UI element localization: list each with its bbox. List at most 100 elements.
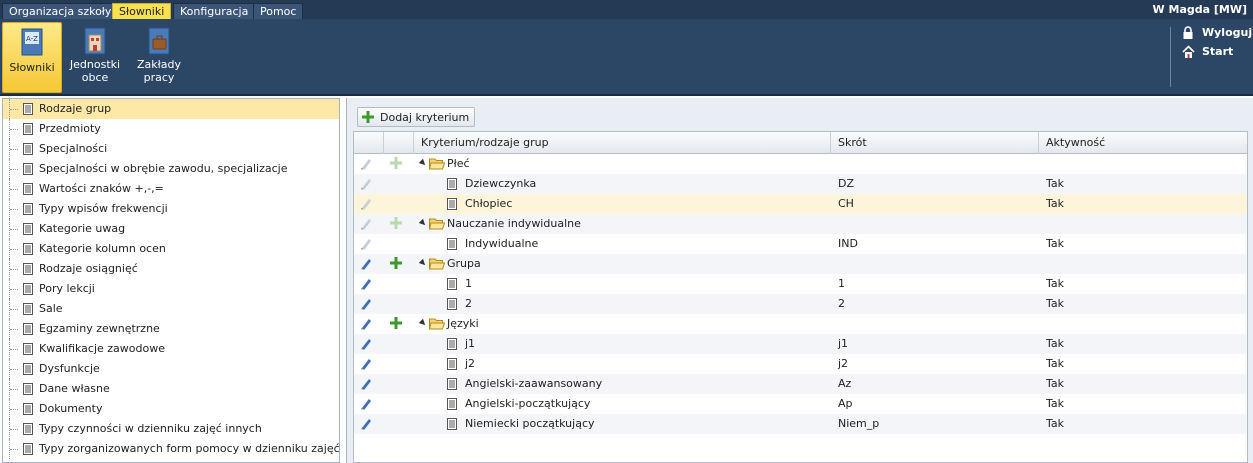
tree-item[interactable]: Typy czynności w dzienniku zajęć innych	[3, 419, 339, 439]
activity-cell: Tak	[1046, 357, 1065, 370]
svg-text:A-Z: A-Z	[26, 35, 38, 43]
document-icon	[447, 278, 457, 290]
criterion-name: Języki	[447, 317, 479, 330]
group-type-name: 1	[465, 277, 472, 290]
grid-row[interactable]: j1 j1 Tak	[354, 334, 1247, 354]
add-subitem-icon[interactable]	[390, 317, 402, 329]
tree-item[interactable]: Sale	[3, 299, 339, 319]
tree-item-label: Specjalności	[39, 142, 108, 155]
document-icon	[23, 223, 33, 235]
edit-icon[interactable]	[360, 397, 372, 410]
tree-item[interactable]: Pory lekcji	[3, 279, 339, 299]
ribbon-jednostki-obce-button[interactable]: Jednostki obce	[66, 22, 124, 93]
folder-open-icon	[429, 258, 445, 270]
grid-group-row[interactable]: Grupa	[354, 254, 1247, 274]
tree-item[interactable]: Egzaminy zewnętrzne	[3, 319, 339, 339]
tree-item[interactable]: Specjalności	[3, 139, 339, 159]
group-type-name: Angielski-zaawansowany	[465, 377, 603, 390]
tree-item-label: Pory lekcji	[39, 282, 95, 295]
edit-icon[interactable]	[360, 257, 372, 270]
grid-row[interactable]: j2 j2 Tak	[354, 354, 1247, 374]
tree-item[interactable]: Specjalności w obrębie zawodu, specjaliz…	[3, 159, 339, 179]
tree-item[interactable]: Typy zorganizowanych form pomocy w dzien…	[3, 439, 339, 459]
grid-group-row[interactable]: Płeć	[354, 154, 1247, 174]
lock-icon	[1183, 26, 1193, 39]
grid-row[interactable]: Chłopiec CH Tak	[354, 194, 1247, 214]
abbreviation-cell: DZ	[838, 177, 855, 190]
tab-organizacja-szkoly[interactable]: Organizacja szkoły	[2, 3, 119, 19]
activity-cell: Tak	[1046, 197, 1065, 210]
edit-icon[interactable]	[360, 357, 372, 370]
tab-konfiguracja[interactable]: Konfiguracja	[173, 3, 256, 19]
edit-icon[interactable]	[360, 277, 372, 290]
add-subitem-icon[interactable]	[390, 257, 402, 269]
tree-item-label: Wartości znaków +,-,=	[39, 182, 164, 195]
abbreviation-cell: Az	[838, 377, 852, 390]
ribbon-slowniki-button[interactable]: A-Z Słowniki	[2, 22, 62, 93]
tree-item-label: Dokumenty	[39, 402, 103, 415]
tree-item[interactable]: Kategorie kolumn ocen	[3, 239, 339, 259]
grid-row[interactable]: Dziewczynka DZ Tak	[354, 174, 1247, 194]
add-criterion-button[interactable]: Dodaj kryterium	[357, 107, 476, 127]
ribbon-zaklady-pracy-label: Zakłady pracy	[136, 58, 181, 84]
collapse-icon[interactable]	[418, 318, 428, 328]
tree-item-label: Rodzaje grup	[39, 102, 112, 115]
tree-connector	[9, 339, 21, 359]
grid-row[interactable]: 1 1 Tak	[354, 274, 1247, 294]
tree-item-label: Kategorie kolumn ocen	[39, 242, 166, 255]
edit-icon[interactable]	[360, 317, 372, 330]
ribbon-zaklady-pracy-button[interactable]: Zakłady pracy	[130, 22, 188, 93]
tree-item[interactable]: Dysfunkcje	[3, 359, 339, 379]
ribbon-slowniki-label: Słowniki	[9, 61, 55, 74]
grid-row[interactable]: Angielski-zaawansowany Az Tak	[354, 374, 1247, 394]
tree-item[interactable]: Dane własne	[3, 379, 339, 399]
activity-cell: Tak	[1046, 397, 1065, 410]
edit-icon[interactable]	[360, 157, 372, 170]
edit-icon[interactable]	[360, 337, 372, 350]
plus-icon	[362, 111, 374, 123]
collapse-icon[interactable]	[418, 258, 428, 268]
header-activity[interactable]: Aktywność	[1039, 132, 1247, 154]
abbreviation-cell: Ap	[838, 397, 853, 410]
tree-item[interactable]: Wartości znaków +,-,=	[3, 179, 339, 199]
tree-item[interactable]: Rodzaje osiągnięć	[3, 259, 339, 279]
tree-item[interactable]: Typy wpisów frekwencji	[3, 199, 339, 219]
add-subitem-icon[interactable]	[390, 157, 402, 169]
activity-cell: Tak	[1046, 237, 1065, 250]
criteria-grid: Kryterium/rodzaje grup Skrót Aktywność P…	[353, 131, 1248, 463]
edit-icon[interactable]	[360, 297, 372, 310]
top-menu-bar: Organizacja szkoły Słowniki Konfiguracja…	[0, 0, 1253, 19]
criterion-name: Grupa	[447, 257, 481, 270]
grid-row[interactable]: 2 2 Tak	[354, 294, 1247, 314]
tree-item[interactable]: Rodzaje grup	[3, 99, 339, 119]
grid-header: Kryterium/rodzaje grup Skrót Aktywność	[354, 132, 1247, 154]
tab-slowniki[interactable]: Słowniki	[112, 3, 172, 19]
collapse-icon[interactable]	[418, 218, 428, 228]
edit-icon[interactable]	[360, 237, 372, 250]
edit-icon[interactable]	[360, 417, 372, 430]
edit-icon[interactable]	[360, 217, 372, 230]
edit-icon[interactable]	[360, 197, 372, 210]
document-icon	[23, 263, 33, 275]
grid-group-row[interactable]: Nauczanie indywidualne	[354, 214, 1247, 234]
document-icon	[23, 103, 33, 115]
activity-cell: Tak	[1046, 277, 1065, 290]
header-criterion[interactable]: Kryterium/rodzaje grup	[414, 132, 831, 154]
document-icon	[23, 443, 33, 455]
folder-open-icon	[429, 318, 445, 330]
grid-row[interactable]: Niemiecki początkujący Niem_p Tak	[354, 414, 1247, 434]
edit-icon[interactable]	[360, 377, 372, 390]
activity-cell: Tak	[1046, 417, 1065, 430]
collapse-icon[interactable]	[418, 158, 428, 168]
tree-item[interactable]: Dokumenty	[3, 399, 339, 419]
tab-pomoc[interactable]: Pomoc	[253, 3, 304, 19]
tree-item[interactable]: Kategorie uwag	[3, 219, 339, 239]
grid-row[interactable]: Angielski-początkujący Ap Tak	[354, 394, 1247, 414]
tree-item[interactable]: Przedmioty	[3, 119, 339, 139]
tree-item[interactable]: Kwalifikacje zawodowe	[3, 339, 339, 359]
grid-group-row[interactable]: Języki	[354, 314, 1247, 334]
add-subitem-icon[interactable]	[390, 217, 402, 229]
header-abbreviation[interactable]: Skrót	[831, 132, 1039, 154]
edit-icon[interactable]	[360, 177, 372, 190]
grid-row[interactable]: Indywidualne IND Tak	[354, 234, 1247, 254]
